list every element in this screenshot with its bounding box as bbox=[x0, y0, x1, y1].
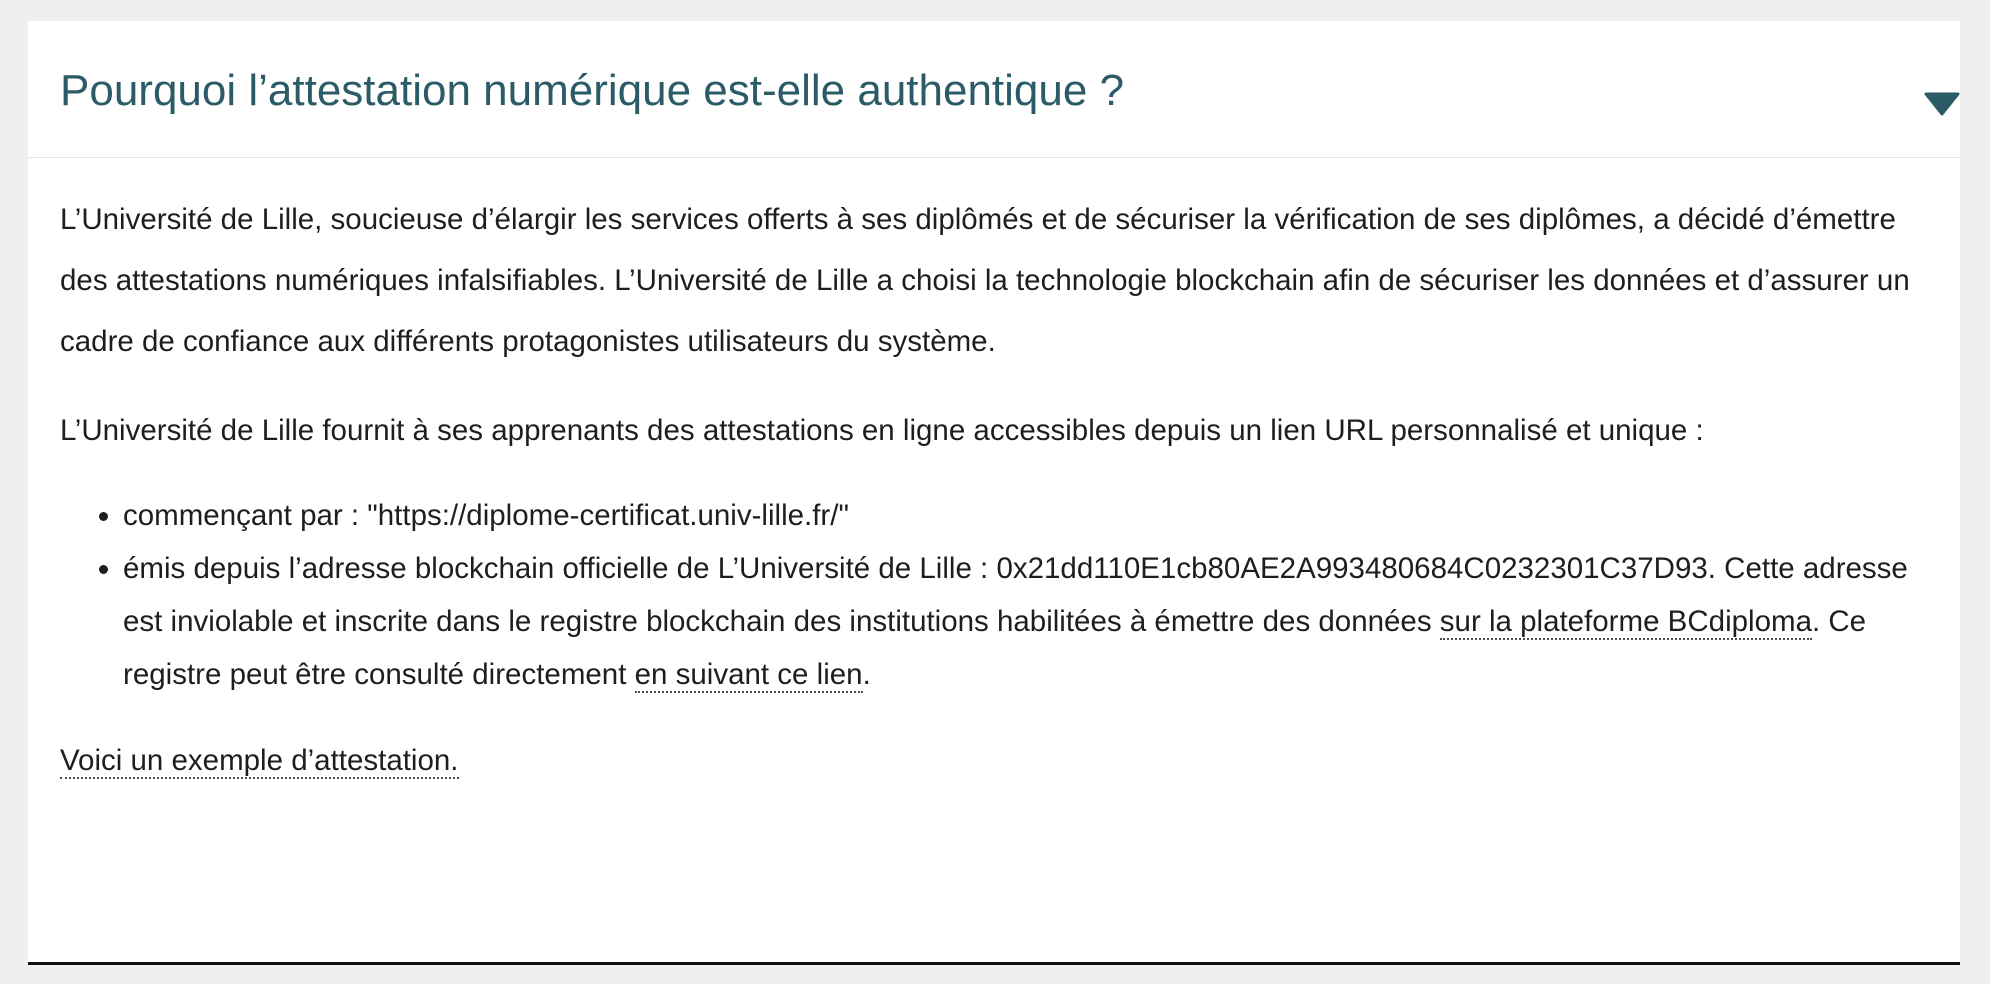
accordion-panel: Pourquoi l’attestation numérique est-ell… bbox=[28, 21, 1960, 965]
criteria-list: commençant par : "https://diplome-certif… bbox=[60, 489, 1918, 701]
accordion-title[interactable]: Pourquoi l’attestation numérique est-ell… bbox=[60, 65, 1124, 118]
list-item-url-prefix: commençant par : "https://diplome-certif… bbox=[123, 489, 1918, 542]
accordion-header[interactable]: Pourquoi l’attestation numérique est-ell… bbox=[28, 21, 1960, 158]
list-item-blockchain-address: émis depuis l’adresse blockchain officie… bbox=[123, 542, 1918, 701]
sentence-end: . bbox=[862, 658, 871, 691]
bcdiploma-platform-link[interactable]: sur la plateforme BCdiploma bbox=[1439, 605, 1812, 640]
url-prefix-text: commençant par : "https://diplome-certif… bbox=[123, 499, 849, 532]
url-paragraph: L’Université de Lille fournit à ses appr… bbox=[60, 414, 1704, 447]
caret-down-icon[interactable] bbox=[1924, 91, 1960, 117]
registry-link[interactable]: en suivant ce lien bbox=[634, 658, 863, 693]
example-paragraph: Voici un exemple d’attestation. bbox=[60, 730, 1918, 791]
accordion-content: L’Université de Lille, soucieuse d’élarg… bbox=[60, 158, 1918, 791]
example-attestation-link[interactable]: Voici un exemple d’attestation. bbox=[60, 744, 459, 779]
intro-paragraph: L’Université de Lille, soucieuse d’élarg… bbox=[60, 203, 1910, 358]
